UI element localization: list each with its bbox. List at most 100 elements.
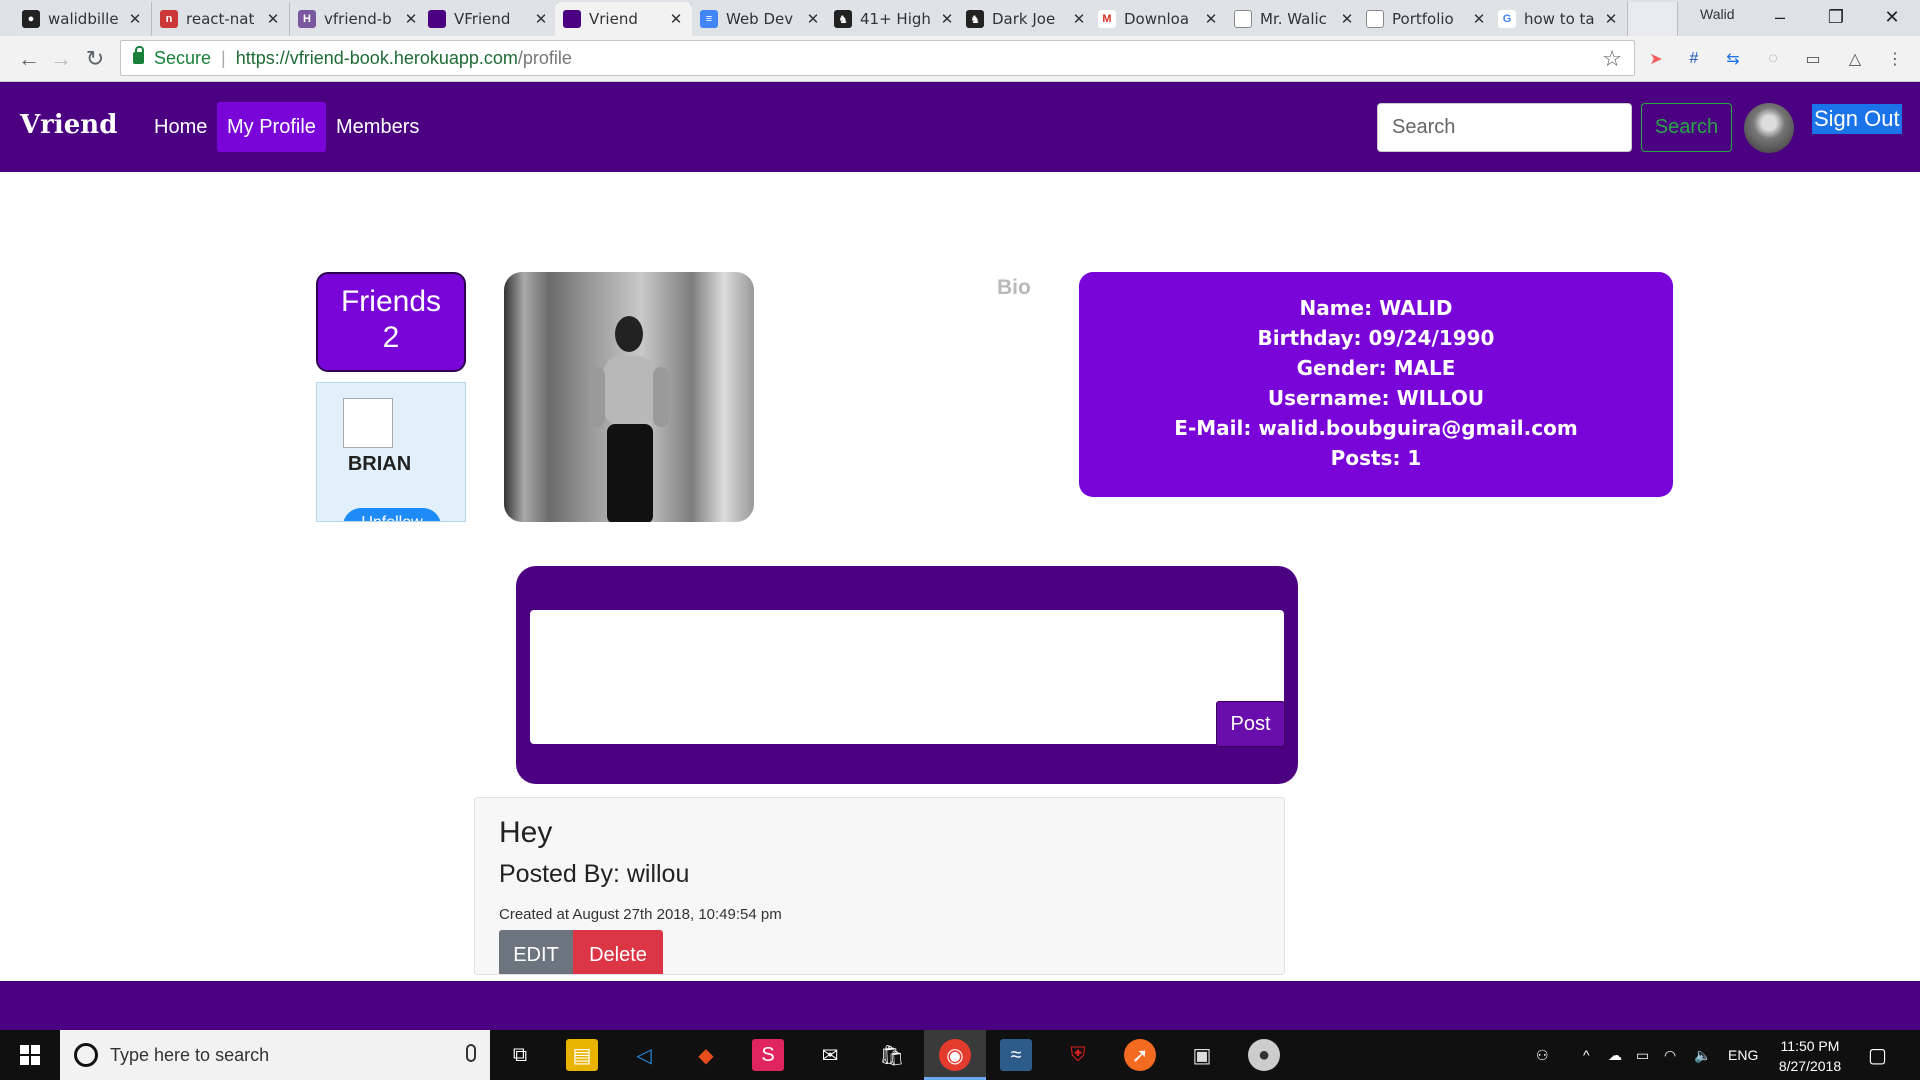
page-icon <box>1366 10 1384 28</box>
onedrive-icon[interactable]: ☁ <box>1608 1030 1622 1080</box>
browser-tab[interactable]: n react-nat ✕ <box>152 2 290 36</box>
screen-capture-icon[interactable]: ▣ <box>1186 1039 1218 1071</box>
horse-icon: ♞ <box>966 10 984 28</box>
extension-icon[interactable]: ➤ <box>1645 48 1667 70</box>
github-desktop-icon[interactable]: ● <box>1248 1039 1280 1071</box>
close-icon[interactable]: ✕ <box>939 10 955 28</box>
bookmark-star-icon[interactable]: ☆ <box>1602 46 1622 72</box>
friend-name[interactable]: BRIAN <box>317 453 442 476</box>
nav-members[interactable]: Members <box>326 102 429 152</box>
volume-icon[interactable]: 🔈 <box>1694 1030 1711 1080</box>
bio-name: Name: WALID <box>1299 296 1453 320</box>
browser-tab[interactable]: ♞ Dark Joe ✕ <box>958 2 1096 36</box>
vscode-icon[interactable]: ◁ <box>628 1039 660 1071</box>
browser-tab[interactable]: G how to ta ✕ <box>1490 2 1628 36</box>
tab-title: Vriend <box>589 10 638 28</box>
tab-title: vfriend-b <box>324 10 392 28</box>
clock-date: 8/27/2018 <box>1778 1058 1842 1074</box>
show-hidden-icons[interactable]: ^ <box>1583 1030 1590 1080</box>
tab-title: react-nat <box>186 10 255 28</box>
mail-icon[interactable]: ✉ <box>814 1039 846 1071</box>
browser-tab[interactable]: Portfolio ✕ <box>1358 2 1496 36</box>
language-indicator[interactable]: ENG <box>1728 1030 1758 1080</box>
post-textarea[interactable] <box>530 610 1284 744</box>
task-view-icon[interactable]: ⧉ <box>504 1039 536 1071</box>
friend-avatar-image[interactable] <box>343 398 393 448</box>
menu-icon[interactable]: ⋮ <box>1884 48 1906 70</box>
unfollow-button[interactable]: Unfollow <box>343 508 441 521</box>
search-input[interactable]: Search <box>1377 103 1632 152</box>
browser-tab[interactable]: ● walidbille ✕ <box>14 2 152 36</box>
extension-icon[interactable]: ◌ <box>1762 48 1784 70</box>
browser-tab[interactable]: Mr. Walic ✕ <box>1226 2 1364 36</box>
notifications-icon[interactable]: ▢ <box>1868 1030 1887 1080</box>
close-window-icon[interactable]: ✕ <box>1864 0 1920 34</box>
edit-post-button[interactable]: EDIT <box>499 930 573 974</box>
taskbar-clock[interactable]: 11:50 PM 8/27/2018 <box>1760 1036 1860 1076</box>
reload-icon[interactable]: ↻ <box>80 44 110 74</box>
git-icon[interactable]: ◆ <box>690 1039 722 1071</box>
close-icon[interactable]: ✕ <box>533 10 549 28</box>
horse-icon: ♞ <box>834 10 852 28</box>
close-icon[interactable]: ✕ <box>668 10 684 28</box>
taskbar-search[interactable]: Type here to search <box>60 1030 490 1080</box>
browser-tab[interactable]: ≡ Web Dev ✕ <box>692 2 830 36</box>
close-icon[interactable]: ✕ <box>127 10 143 28</box>
extension-icon[interactable]: # <box>1683 48 1705 70</box>
avatar[interactable] <box>1744 103 1794 153</box>
close-icon[interactable]: ✕ <box>265 10 281 28</box>
profile-photo-figure <box>589 316 669 522</box>
back-icon[interactable]: ← <box>14 44 44 74</box>
brand-logo[interactable]: Vriend <box>20 110 117 140</box>
profile-picture <box>504 272 754 522</box>
delete-post-button[interactable]: Delete <box>573 930 663 974</box>
browser-tab[interactable]: M Downloa ✕ <box>1090 2 1228 36</box>
address-bar[interactable]: Secure | https://vfriend-book.herokuapp.… <box>120 40 1635 76</box>
antivirus-shield-icon[interactable]: ⛨ <box>1062 1039 1094 1071</box>
docs-icon: ≡ <box>700 10 718 28</box>
close-icon[interactable]: ✕ <box>805 10 821 28</box>
start-button[interactable] <box>0 1030 60 1080</box>
minimize-icon[interactable]: – <box>1752 0 1808 34</box>
post-title: Hey <box>499 816 553 849</box>
tab-title: how to ta <box>1524 10 1595 28</box>
chrome-icon[interactable]: ◉ <box>939 1039 971 1071</box>
extension-icon[interactable]: ⇆ <box>1722 48 1744 70</box>
close-icon[interactable]: ✕ <box>1071 10 1087 28</box>
browser-tab[interactable]: ♞ 41+ High ✕ <box>826 2 964 36</box>
browser-profile-name[interactable]: Walid <box>1700 6 1735 22</box>
friends-title: Friends <box>340 285 442 318</box>
postman-icon[interactable]: ➚ <box>1124 1039 1156 1071</box>
battery-icon[interactable]: ▭ <box>1636 1030 1649 1080</box>
microphone-icon[interactable] <box>466 1044 476 1062</box>
people-icon[interactable]: ⚇ <box>1536 1030 1549 1080</box>
close-icon[interactable]: ✕ <box>1603 10 1619 28</box>
browser-tab-active[interactable]: Vriend ✕ <box>555 2 693 36</box>
nav-home[interactable]: Home <box>144 102 217 152</box>
tab-title: Dark Joe <box>992 10 1056 28</box>
url-host: https://vfriend-book.herokuapp.com <box>235 47 518 68</box>
new-tab-button[interactable] <box>1628 2 1678 36</box>
cast-icon[interactable]: ▭ <box>1802 48 1824 70</box>
restore-icon[interactable]: ❐ <box>1808 0 1864 34</box>
browser-tab[interactable]: VFriend ✕ <box>420 2 558 36</box>
close-icon[interactable]: ✕ <box>403 10 419 28</box>
search-button[interactable]: Search <box>1641 103 1732 152</box>
close-icon[interactable]: ✕ <box>1203 10 1219 28</box>
close-icon[interactable]: ✕ <box>1471 10 1487 28</box>
sign-out-link[interactable]: Sign Out <box>1812 104 1902 134</box>
extension-icon[interactable]: △ <box>1844 48 1866 70</box>
post-button[interactable]: Post <box>1216 701 1285 747</box>
store-icon[interactable]: 🛍 <box>876 1039 908 1071</box>
mysql-workbench-icon[interactable]: ≈ <box>1000 1039 1032 1071</box>
file-explorer-icon[interactable]: ▤ <box>566 1039 598 1071</box>
wifi-icon[interactable]: ◠ <box>1664 1030 1676 1080</box>
site-footer <box>0 981 1920 1031</box>
nav-my-profile[interactable]: My Profile <box>217 102 326 152</box>
slack-icon[interactable]: S <box>752 1039 784 1071</box>
forward-icon[interactable]: → <box>46 44 76 74</box>
secure-label: Secure <box>154 47 212 68</box>
browser-tab[interactable]: H vfriend-b ✕ <box>290 2 428 36</box>
friend-list: BRIAN Unfollow <box>316 382 466 522</box>
close-icon[interactable]: ✕ <box>1339 10 1355 28</box>
